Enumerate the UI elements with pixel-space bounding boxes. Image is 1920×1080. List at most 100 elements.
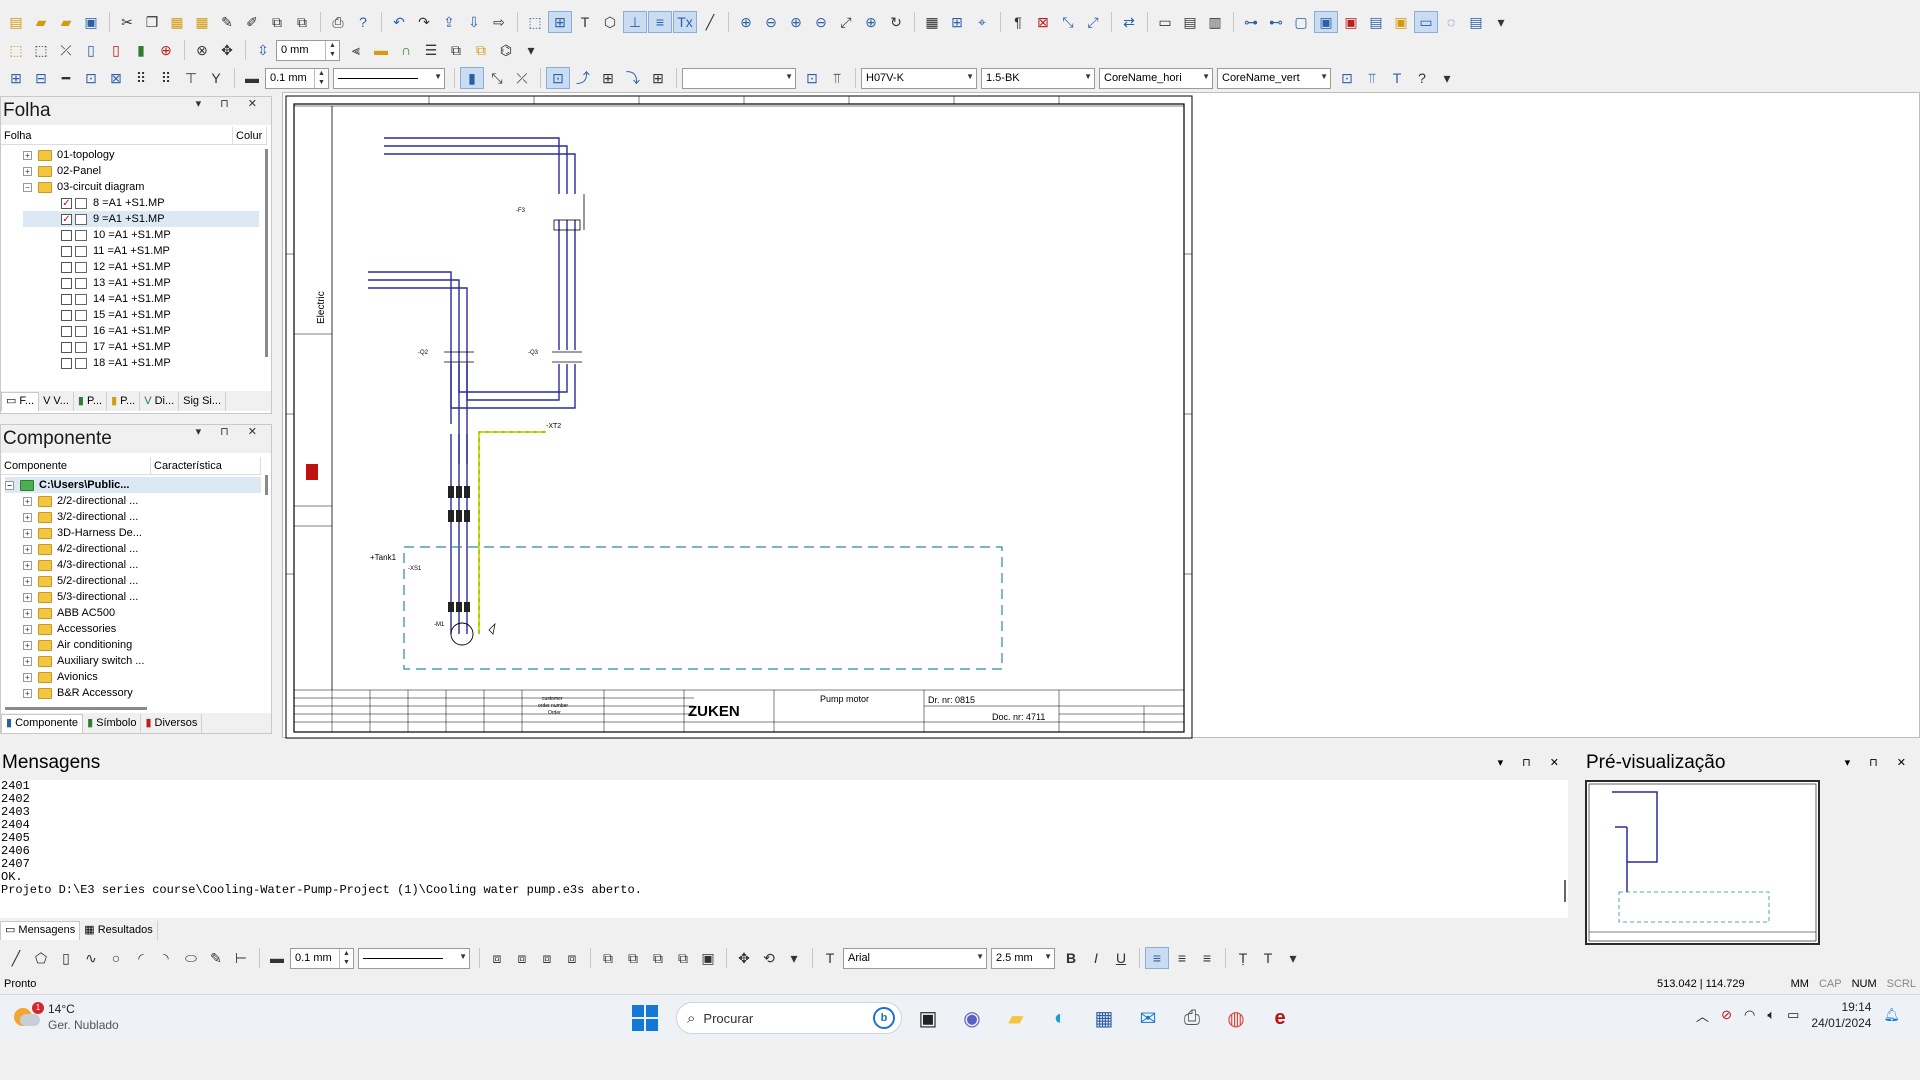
schematic-sheet[interactable]: Electric -F3 -Q2 -Q3 -XS1 -XT2 +Tank1 -M… <box>284 94 1198 740</box>
format-painter-icon[interactable]: ✎ <box>215 11 239 33</box>
draw-freehand-icon[interactable]: ✎ <box>204 947 228 969</box>
open-icon[interactable]: ▰ <box>29 11 53 33</box>
library-item[interactable]: + Auxiliary switch ... <box>5 653 261 669</box>
library-item[interactable]: + Avionics <box>5 669 261 685</box>
terminal-icon[interactable]: ▯ <box>79 39 103 61</box>
library-item[interactable]: +4/2-directional ... <box>5 541 261 557</box>
tab-folha[interactable]: ▭ F... <box>1 391 40 411</box>
sheet-item[interactable]: ✓ 8 =A1 +S1.MP <box>23 195 259 211</box>
net-more-icon[interactable]: ⊞ <box>646 67 670 89</box>
table-icon[interactable]: ⊞ <box>945 11 969 33</box>
mail-icon[interactable]: ✉ <box>1130 1000 1166 1036</box>
copy-icon[interactable]: ❐ <box>140 11 164 33</box>
image-icon[interactable]: ▣ <box>696 947 720 969</box>
panel-icon[interactable]: ▣ <box>1314 11 1338 33</box>
line-style-select[interactable]: ▼ <box>333 67 445 89</box>
text-tool-icon[interactable]: T <box>818 947 842 969</box>
target-icon[interactable]: ⊕ <box>154 39 178 61</box>
library-item[interactable]: + ABB AC500 <box>5 605 261 621</box>
device-link-icon[interactable]: ⊠ <box>104 67 128 89</box>
circle-icon[interactable]: ◌ <box>1439 11 1463 33</box>
bundle-icon[interactable]: ☰ <box>419 39 443 61</box>
sheet-item[interactable]: 18 =A1 +S1.MP <box>23 355 259 371</box>
bus-icon[interactable]: ∩ <box>394 39 418 61</box>
core-sort-icon[interactable]: ⫪ <box>1360 67 1384 89</box>
transfer-icon[interactable]: ⇨ <box>487 11 511 33</box>
wire-type-select[interactable]: H07V-K ▼ <box>861 67 977 89</box>
messages-controls[interactable]: ▾ ⊓ ✕ <box>1498 756 1567 769</box>
core-help-icon[interactable]: ? <box>1410 67 1434 89</box>
file-explorer-icon[interactable]: ▰ <box>998 1000 1034 1036</box>
distance-input[interactable]: 0 mm ▲ ▼ <box>276 39 340 61</box>
taskbar-search[interactable]: ⌕ Procurar b <box>676 1002 902 1034</box>
snap-grid-icon[interactable]: ⊞ <box>548 11 572 33</box>
font-size-select[interactable]: 2.5 mm ▼ <box>991 947 1055 969</box>
draw-rect-icon[interactable]: ▯ <box>54 947 78 969</box>
paste-special-icon[interactable]: ▦ <box>190 11 214 33</box>
draw-line-icon[interactable]: ╱ <box>4 947 28 969</box>
align-right-text-icon[interactable]: ≡ <box>1195 947 1219 969</box>
start-icon[interactable] <box>632 1005 658 1031</box>
new-icon[interactable]: ▤ <box>4 11 28 33</box>
sheet-item[interactable]: 13 =A1 +S1.MP <box>23 275 259 291</box>
delete-icon[interactable]: ⊗ <box>190 39 214 61</box>
store-icon[interactable]: ▦ <box>1086 1000 1122 1036</box>
sheet-item[interactable]: 11 =A1 +S1.MP <box>23 243 259 259</box>
volume-icon[interactable]: 🔈︎ <box>1767 1007 1775 1023</box>
save-icon[interactable]: ▣ <box>79 11 103 33</box>
library-item[interactable]: +3/2-directional ... <box>5 509 261 525</box>
bold-icon[interactable]: B <box>1059 947 1083 969</box>
swap-icon[interactable]: ⇄ <box>1117 11 1141 33</box>
blank-combo[interactable]: ▼ <box>682 67 796 89</box>
more-icon[interactable]: ▾ <box>1489 11 1513 33</box>
wire-icon[interactable]: ▬ <box>369 39 393 61</box>
align-left-icon[interactable]: ⫷ <box>344 39 368 61</box>
draw-line-style[interactable]: ▼ <box>358 947 470 969</box>
componente-col-char[interactable]: Característica <box>151 457 261 475</box>
componente-col-name[interactable]: Componente <box>1 457 151 475</box>
folder-item[interactable]: +01-topology <box>23 147 259 163</box>
more-3-icon[interactable]: ▾ <box>782 947 806 969</box>
fullscreen-icon[interactable]: ▢ <box>1289 11 1313 33</box>
window-tile-h-icon[interactable]: ▤ <box>1178 11 1202 33</box>
text-icon[interactable]: T <box>573 11 597 33</box>
tab-diversos[interactable]: ▮ Diversos <box>141 713 203 733</box>
window-tile-v-icon[interactable]: ▥ <box>1203 11 1227 33</box>
library-root[interactable]: − C:\Users\Public... <box>5 477 261 493</box>
arrange-1-icon[interactable]: ⧈ <box>485 947 509 969</box>
panel-blue-icon[interactable]: ▤ <box>1364 11 1388 33</box>
tab-panel[interactable]: ▮ P... <box>107 391 141 411</box>
tab-variants[interactable]: V V... <box>39 391 74 411</box>
help-icon[interactable]: ? <box>351 11 375 33</box>
crosshair-icon[interactable]: ⌖ <box>970 11 994 33</box>
branch-icon[interactable]: ⊤ <box>179 67 203 89</box>
teams-icon[interactable]: ◉ <box>954 1000 990 1036</box>
italic-icon[interactable]: I <box>1084 947 1108 969</box>
tray-chevron-icon[interactable]: ︿ <box>1696 1006 1709 1025</box>
more-2-icon[interactable]: ▾ <box>519 39 543 61</box>
sheet-item[interactable]: 10 =A1 +S1.MP <box>23 227 259 243</box>
polygon-icon[interactable]: ⬡ <box>598 11 622 33</box>
route-icon[interactable]: ⤴ <box>571 67 595 89</box>
font-select[interactable]: Arial ▼ <box>843 947 987 969</box>
copy-format-icon[interactable]: ⧉ <box>265 11 289 33</box>
paste-format-icon[interactable]: ⧉ <box>290 11 314 33</box>
zoom-window-icon[interactable]: ⊕ <box>859 11 883 33</box>
zoom-minus-icon[interactable]: ⊖ <box>809 11 833 33</box>
layout-icon[interactable]: ▤ <box>1464 11 1488 33</box>
import-icon[interactable]: ⇩ <box>462 11 486 33</box>
tag-icon[interactable]: ⌬ <box>494 39 518 61</box>
tray-network-alert-icon[interactable]: ⊘ <box>1721 1007 1732 1023</box>
arrange-3-icon[interactable]: ⧈ <box>535 947 559 969</box>
text-size-icon[interactable]: Ṭ <box>1231 947 1255 969</box>
output-window-icon[interactable]: ▭ <box>1414 11 1438 33</box>
zoom-out-icon[interactable]: ⊖ <box>759 11 783 33</box>
core-text-icon[interactable]: T <box>1385 67 1409 89</box>
wifi-icon[interactable]: ◠ <box>1744 1007 1755 1023</box>
connect-mode-icon[interactable]: ⊡ <box>546 67 570 89</box>
tab-mensagens[interactable]: ▭ Mensagens <box>0 920 81 940</box>
wire-props-icon[interactable]: ⊡ <box>800 67 824 89</box>
draw-arc-icon[interactable]: ◜ <box>129 947 153 969</box>
library-item[interactable]: +5/3-directional ... <box>5 589 261 605</box>
zoom-fit-icon[interactable]: ⤢ <box>834 11 858 33</box>
